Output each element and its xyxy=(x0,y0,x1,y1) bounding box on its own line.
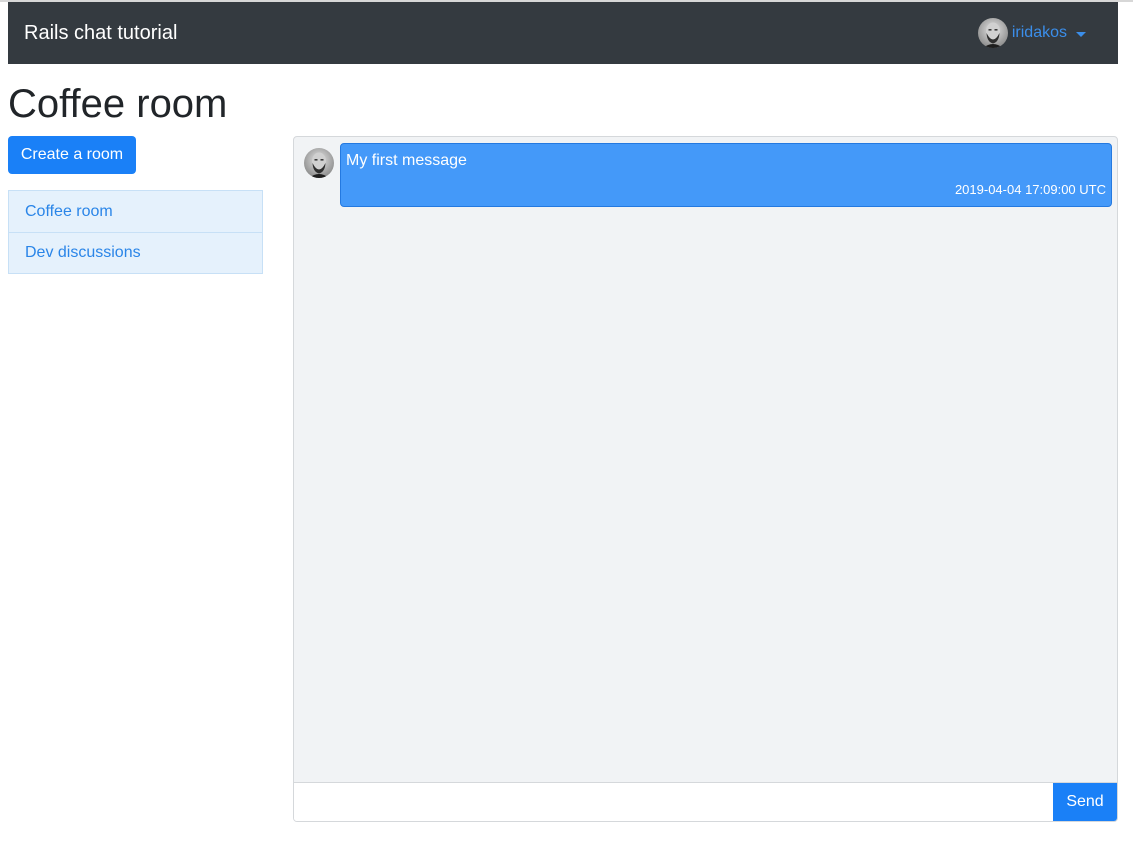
message-timestamp: 2019-04-04 17:09:00 UTC xyxy=(954,182,1106,197)
navbar: Rails chat tutorial iridakos xyxy=(8,2,1118,64)
chat-panel: My first message 2019-04-04 17:09:00 UTC… xyxy=(293,136,1118,822)
message-row: My first message 2019-04-04 17:09:00 UTC xyxy=(304,143,1112,207)
caret-down-icon xyxy=(1076,31,1086,37)
create-room-button[interactable]: Create a room xyxy=(8,136,136,174)
room-list: Coffee room Dev discussions xyxy=(8,190,263,274)
message-text: My first message xyxy=(346,152,467,169)
send-button[interactable]: Send xyxy=(1053,783,1117,821)
page-title: Coffee room xyxy=(8,82,228,126)
room-item-coffee-room[interactable]: Coffee room xyxy=(9,191,262,232)
room-item-dev-discussions[interactable]: Dev discussions xyxy=(9,232,262,273)
user-avatar-icon xyxy=(977,18,1008,48)
username-label: iridakos xyxy=(1011,24,1067,41)
message-input[interactable] xyxy=(294,783,1053,821)
user-menu-dropdown[interactable]: iridakos xyxy=(977,18,1086,48)
message-bubble: My first message 2019-04-04 17:09:00 UTC xyxy=(340,143,1112,207)
message-composer: Send xyxy=(294,782,1117,821)
message-avatar-icon xyxy=(304,148,334,178)
brand-link[interactable]: Rails chat tutorial xyxy=(24,22,177,44)
